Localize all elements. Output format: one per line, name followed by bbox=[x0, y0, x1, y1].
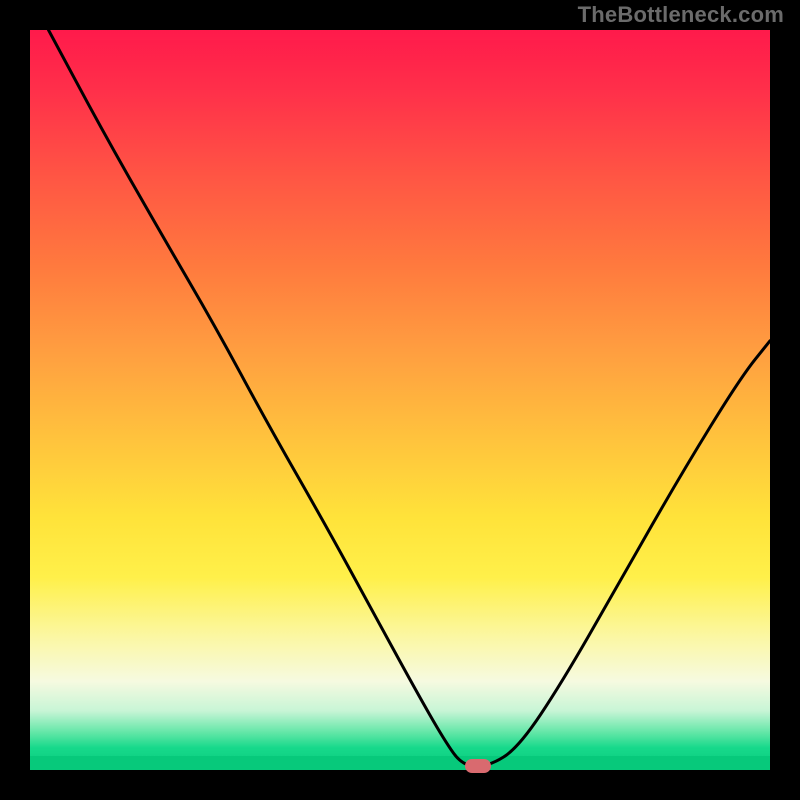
chart-frame: TheBottleneck.com bbox=[0, 0, 800, 800]
plot-area bbox=[30, 30, 770, 770]
optimum-marker bbox=[465, 759, 491, 773]
watermark-text: TheBottleneck.com bbox=[578, 2, 784, 28]
bottleneck-curve bbox=[30, 30, 770, 770]
